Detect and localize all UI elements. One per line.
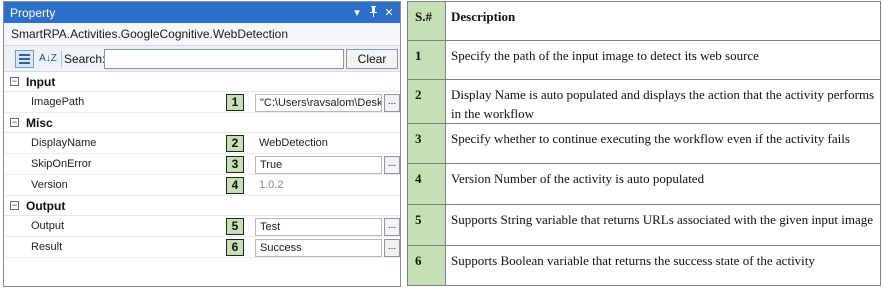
property-name: DisplayName (31, 137, 97, 149)
close-icon[interactable]: ✕ (382, 6, 396, 20)
property-name: Output (31, 220, 65, 232)
property-name: SkipOnError (31, 158, 92, 170)
callout-badge: 5 (226, 218, 244, 235)
header-description: Description (445, 1, 881, 41)
panel-title: Property (10, 5, 56, 20)
search-label: Search: (64, 52, 106, 66)
row-description: Specify whether to continue executing th… (445, 123, 881, 164)
row-description: Version Number of the activity is auto p… (445, 163, 881, 205)
header-number: S.# (407, 1, 446, 41)
row-description: Supports Boolean variable that returns t… (445, 245, 881, 286)
callout-badge: 6 (226, 239, 244, 256)
browse-button[interactable]: ... (384, 94, 400, 112)
table-row: 3 Specify whether to continue executing … (407, 123, 881, 164)
dropdown-icon[interactable]: ▾ (350, 6, 364, 20)
property-name: ImagePath (31, 96, 85, 108)
row-description: Display Name is auto populated and displ… (445, 79, 881, 124)
property-panel: Property ▾ ✕ SmartRPA.Activities.GoogleC… (3, 1, 401, 287)
table-row: 6 Supports Boolean variable that returns… (407, 245, 881, 286)
table-row: 5 Supports String variable that returns … (407, 204, 881, 246)
table-row: 4 Version Number of the activity is auto… (407, 163, 881, 205)
callout-badge: 4 (226, 177, 244, 194)
table-row: 1 Specify the path of the input image to… (407, 40, 881, 80)
property-grid: − Input ImagePath 1 "C:\Users\ravsalom\D… (4, 72, 400, 258)
output-field[interactable]: Test (255, 218, 382, 236)
property-row-result: Result 6 Success ... (4, 237, 400, 258)
sort-alphabetical-icon[interactable]: A↓Z (37, 50, 59, 68)
category-misc[interactable]: − Misc (4, 113, 400, 133)
row-number: 6 (407, 245, 446, 286)
row-description: Supports String variable that returns UR… (445, 204, 881, 246)
category-output[interactable]: − Output (4, 196, 400, 216)
property-name: Version (31, 179, 68, 191)
category-label: Input (26, 75, 56, 89)
property-row-imagepath: ImagePath 1 "C:\Users\ravsalom\Desk ... (4, 92, 400, 113)
table-row: 2 Display Name is auto populated and dis… (407, 79, 881, 124)
callout-badge: 1 (226, 94, 244, 111)
panel-title-bar: Property ▾ ✕ (4, 2, 400, 23)
row-number: 2 (407, 79, 446, 124)
category-label: Output (26, 199, 66, 213)
description-table: S.# Description 1 Specify the path of th… (407, 1, 881, 286)
property-row-version: Version 4 1.0.2 (4, 175, 400, 196)
collapse-icon[interactable]: − (10, 118, 19, 127)
browse-button[interactable]: ... (384, 218, 400, 236)
property-toolbar: A↓Z Search: Clear (4, 45, 400, 72)
property-row-skiponerror: SkipOnError 3 True ... (4, 154, 400, 175)
category-input[interactable]: − Input (4, 72, 400, 92)
displayname-field[interactable]: WebDetection (255, 135, 382, 153)
row-number: 4 (407, 163, 446, 205)
row-number: 5 (407, 204, 446, 246)
search-input[interactable] (104, 49, 344, 69)
collapse-icon[interactable]: − (10, 77, 19, 86)
row-number: 3 (407, 123, 446, 164)
property-row-displayname: DisplayName 2 WebDetection (4, 133, 400, 154)
toolbar-separator (61, 51, 62, 67)
pin-icon[interactable] (366, 5, 380, 20)
property-name: Result (31, 241, 63, 253)
table-header-row: S.# Description (407, 1, 881, 41)
skiponerror-field[interactable]: True (255, 156, 382, 174)
collapse-icon[interactable]: − (10, 201, 19, 210)
property-row-output: Output 5 Test ... (4, 216, 400, 237)
version-value: 1.0.2 (259, 179, 284, 191)
category-label: Misc (26, 116, 53, 130)
browse-button[interactable]: ... (384, 156, 400, 174)
row-description: Specify the path of the input image to d… (445, 40, 881, 80)
callout-badge: 2 (226, 135, 244, 152)
activity-name: SmartRPA.Activities.GoogleCognitive.WebD… (4, 23, 400, 45)
imagepath-field[interactable]: "C:\Users\ravsalom\Desk (255, 94, 382, 112)
categorized-view-icon[interactable] (15, 50, 34, 68)
clear-button[interactable]: Clear (346, 49, 398, 69)
result-field[interactable]: Success (255, 239, 382, 257)
row-number: 1 (407, 40, 446, 80)
browse-button[interactable]: ... (384, 239, 400, 257)
callout-badge: 3 (226, 156, 244, 173)
